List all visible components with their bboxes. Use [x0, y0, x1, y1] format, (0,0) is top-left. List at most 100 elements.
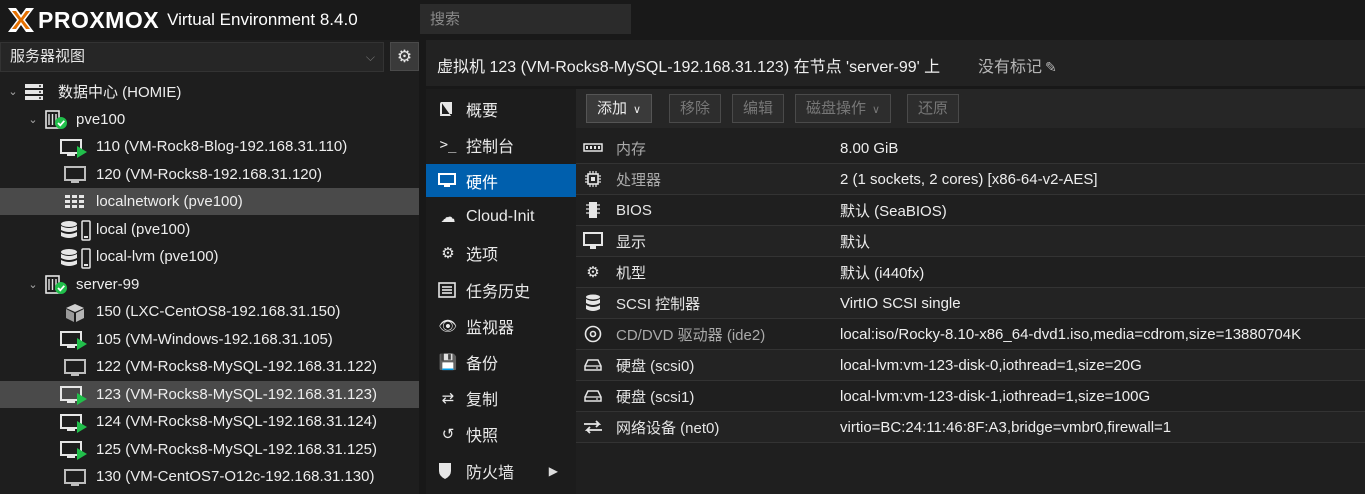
tree-node[interactable]: 123 (VM-Rocks8-MySQL-192.168.31.123) — [0, 380, 419, 408]
resource-tree-panel: 服务器视图 ⌵ ⚙ ⌄ 数据中心 (HOMIE) ⌄ pve100 110 (VM-Ro… — [0, 40, 419, 494]
hardware-value: 默认 (i440fx) — [840, 264, 925, 282]
chevron-down-icon[interactable]: ⌄ — [26, 113, 40, 126]
gear-icon: ⚙ — [441, 245, 455, 263]
chevron-down-icon[interactable]: ⌄ — [6, 85, 20, 98]
hardware-row[interactable]: 显示 默认 — [576, 226, 1365, 257]
hardware-row[interactable]: CD/DVD 驱动器 (ide2) local:iso/Rocky-8.10-x8… — [576, 319, 1365, 350]
hardware-name: 机型 — [616, 264, 647, 282]
proxmox-logo[interactable]: PROXMOX Virtual Environment 8.4.0 — [6, 6, 358, 34]
cloud-icon: ☁ — [440, 209, 456, 227]
nav-item[interactable]: ⚙ 选项 — [426, 237, 576, 270]
sdn-network-icon — [64, 193, 86, 211]
tree-node[interactable]: ⌄ pve100 — [0, 106, 419, 133]
nav-item[interactable]: ⇄ 复制 — [426, 382, 576, 415]
nav-item-label: 控制台 — [466, 138, 515, 156]
hardware-name: 显示 — [616, 233, 647, 251]
microchip-icon — [580, 201, 606, 219]
storage-icon — [60, 247, 92, 269]
vm-stopped-icon — [64, 358, 92, 376]
monitor-icon — [438, 172, 458, 189]
cdrom-icon — [580, 325, 606, 343]
hardware-row[interactable]: 硬盘 (scsi1) local-lvm:vm-123-disk-1,iothre… — [576, 381, 1365, 412]
page-title: 虚拟机 123 (VM-Rocks8-MySQL-192.168.31.123)… — [437, 59, 941, 76]
add-button-label: 添加 — [597, 100, 628, 117]
hardware-row[interactable]: SCSI 控制器 VirtIO SCSI single — [576, 288, 1365, 319]
revert-button[interactable]: 还原 — [907, 94, 960, 123]
hardware-row[interactable]: 内存 8.00 GiB — [576, 133, 1365, 164]
content-header: 虚拟机 123 (VM-Rocks8-MySQL-192.168.31.123)… — [426, 40, 1365, 86]
tree-node-label: 110 (VM-Rock8-Blog-192.168.31.110) — [96, 138, 348, 155]
chevron-down-icon[interactable]: ⌄ — [26, 278, 40, 291]
hardware-row[interactable]: 处理器 2 (1 sockets, 2 cores) [x86-64-v2-AES… — [576, 164, 1365, 195]
tree-node-label: 124 (VM-Rocks8-MySQL-192.168.31.124) — [96, 413, 377, 430]
tree-node[interactable]: ⌄ 数据中心 (HOMIE) — [0, 78, 419, 105]
tree-node-label: 130 (VM-CentOS7-O12c-192.168.31.130) — [96, 468, 375, 485]
database-icon — [580, 294, 606, 312]
tree-node-label: 数据中心 (HOMIE) — [58, 84, 182, 101]
hardware-row[interactable]: 硬盘 (scsi0) local-lvm:vm-123-disk-0,iothre… — [576, 350, 1365, 381]
hardware-value: 2 (1 sockets, 2 cores) [x86-64-v2-AES] — [840, 170, 1098, 188]
revert-button-label: 还原 — [918, 100, 949, 117]
hardware-panel: 添加 ∨ 移除 编辑 磁盘操作 ∨ 还原 内存 8.00 GiB 处理器 2 (1 soc… — [576, 89, 1365, 494]
vm-running-icon — [60, 440, 88, 460]
tags-editor[interactable]: 没有标记 ✎ — [978, 53, 1057, 77]
hardware-value: 默认 — [840, 233, 871, 251]
tree-node[interactable]: 110 (VM-Rock8-Blog-192.168.31.110) — [0, 133, 419, 160]
tree-node-label: 123 (VM-Rocks8-MySQL-192.168.31.123) — [96, 385, 377, 403]
hardware-row[interactable]: 网络设备 (net0) virtio=BC:24:11:46:8F:A3,brid… — [576, 412, 1365, 443]
chevron-down-icon: ⌵ — [365, 50, 375, 64]
tree-node[interactable]: local (pve100) — [0, 216, 419, 243]
nav-item-label: 监视器 — [466, 319, 515, 337]
hardware-value: virtio=BC:24:11:46:8F:A3,bridge=vmbr0,fi… — [840, 418, 1172, 436]
view-selector-value: 服务器视图 — [10, 48, 86, 65]
tree-node[interactable]: local-lvm (pve100) — [0, 243, 419, 270]
disk-action-button[interactable]: 磁盘操作 ∨ — [795, 94, 892, 123]
tree-node[interactable]: localnetwork (pve100) — [0, 188, 419, 215]
vm-running-icon — [60, 385, 88, 405]
tree-node[interactable]: 130 (VM-CentOS7-O12c-192.168.31.130) — [0, 463, 419, 490]
tree-node[interactable]: 150 (LXC-CentOS8-192.168.31.150) — [0, 298, 419, 325]
gear-icon: ⚙ — [396, 47, 413, 66]
nav-item[interactable]: 任务历史 — [426, 273, 576, 306]
hardware-row[interactable]: BIOS 默认 (SeaBIOS) — [576, 195, 1365, 226]
vm-running-icon — [60, 138, 88, 158]
tree-node[interactable]: ⌄ server-99 — [0, 271, 419, 298]
nav-item[interactable]: 👁 监视器 — [426, 309, 576, 342]
nav-item-label: 选项 — [466, 247, 499, 265]
cpu-icon — [580, 170, 606, 188]
hardware-row[interactable]: ⚙ 机型 默认 (i440fx) — [576, 257, 1365, 288]
search-input[interactable] — [420, 4, 631, 34]
pencil-icon: ✎ — [1045, 59, 1057, 75]
harddisk-icon — [580, 358, 606, 372]
nav-item[interactable]: 硬件 — [426, 164, 576, 198]
tree-node[interactable]: 105 (VM-Windows-192.168.31.105) — [0, 326, 419, 353]
nav-item[interactable]: 💾 备份 — [426, 345, 576, 378]
container-icon — [64, 303, 86, 322]
view-selector[interactable]: 服务器视图 ⌵ — [0, 42, 384, 72]
tree-node[interactable]: 124 (VM-Rocks8-MySQL-192.168.31.124) — [0, 408, 419, 435]
nav-item[interactable]: 防火墙 ▶ — [426, 454, 576, 487]
remove-button[interactable]: 移除 — [669, 94, 722, 123]
exchange-icon — [580, 420, 606, 434]
tree-node[interactable]: 125 (VM-Rocks8-MySQL-192.168.31.125) — [0, 436, 419, 463]
nav-item[interactable]: 概要 — [426, 92, 576, 125]
chevron-down-icon: ∨ — [633, 104, 642, 116]
nav-item-label: 防火墙 — [466, 464, 515, 482]
shield-icon — [438, 462, 458, 480]
storage-icon — [60, 220, 92, 241]
add-button[interactable]: 添加 ∨ — [586, 94, 653, 123]
vm-stopped-icon — [64, 165, 92, 183]
tree-settings-button[interactable]: ⚙ — [390, 42, 419, 71]
nav-item[interactable]: >_ 控制台 — [426, 128, 576, 161]
tree-node-label: server-99 — [76, 275, 140, 293]
nav-item[interactable]: ↺ 快照 — [426, 418, 576, 451]
tree-node[interactable]: 120 (VM-Rocks8-192.168.31.120) — [0, 161, 419, 188]
book-icon — [438, 101, 458, 117]
hardware-name: 内存 — [616, 140, 647, 158]
tree-node[interactable]: 122 (VM-Rocks8-MySQL-192.168.31.122) — [0, 353, 419, 380]
edit-button[interactable]: 编辑 — [732, 94, 785, 123]
logo-text: PROXMOX — [38, 6, 160, 33]
nav-item[interactable]: ☁ Cloud-Init — [426, 201, 576, 234]
hardware-name: SCSI 控制器 — [616, 295, 701, 313]
disk-action-label: 磁盘操作 — [806, 100, 867, 117]
